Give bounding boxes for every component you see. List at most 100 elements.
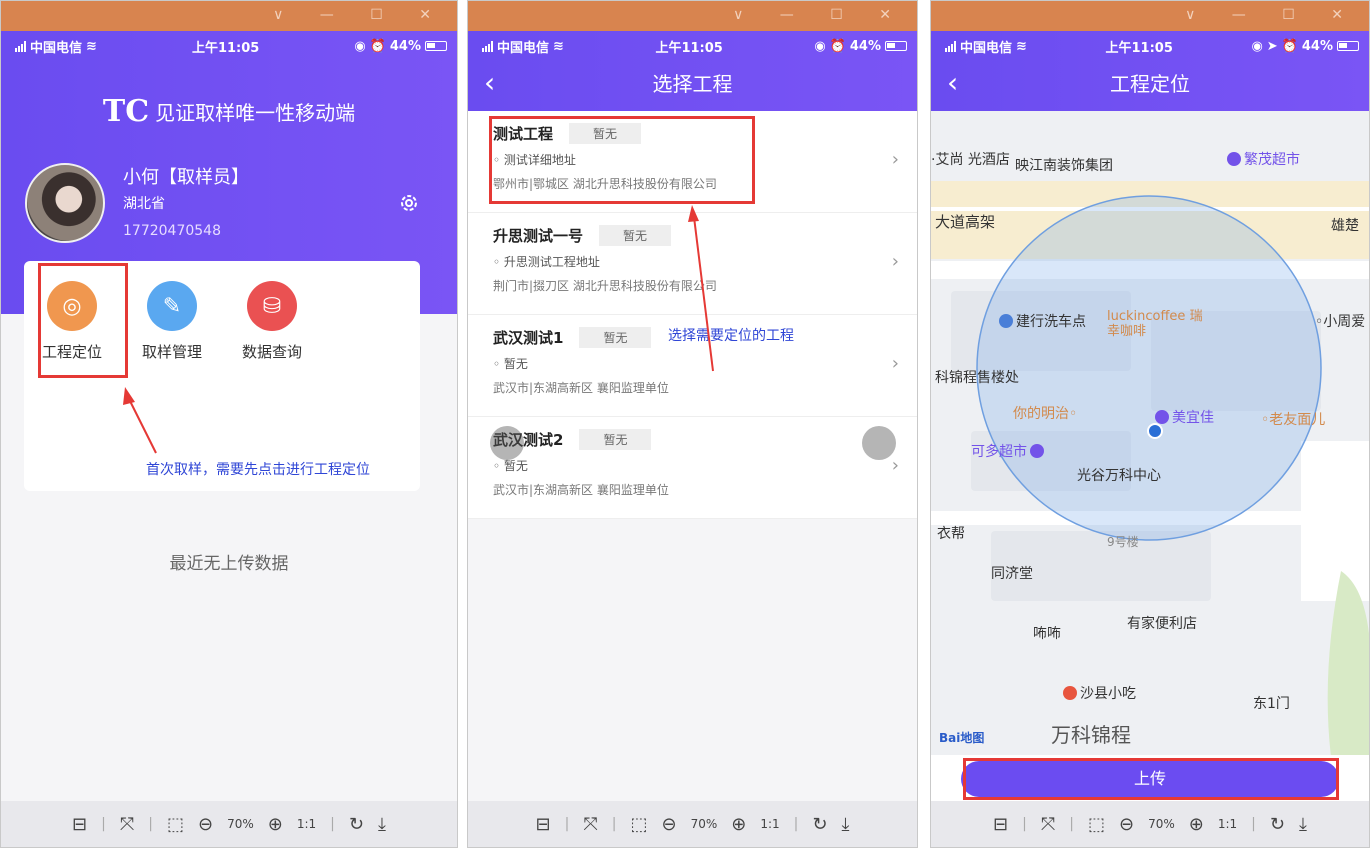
map-poi: 科锦程售楼处 <box>935 370 1019 386</box>
window-select-project: ∨ — ☐ ✕ 中国电信 ≋ 上午11:05 ◉ ⏰ 44% ‹ 选择工程 测试… <box>467 0 918 848</box>
map-poi: 东1门 <box>1253 696 1290 712</box>
battery-percent: 44% <box>389 38 421 54</box>
highlight-box <box>963 758 1339 800</box>
fit-window-icon[interactable]: ⬚ <box>167 814 184 835</box>
zoom-out-icon[interactable]: ⊖ <box>1119 814 1134 835</box>
window-project-location: ∨ — ☐ ✕ 中国电信 ≋ 上午11:05 ◉ ➤ ⏰ 44% ‹ 工程定位 <box>930 0 1370 848</box>
signal-icon <box>945 40 956 52</box>
map-poi: 有家便利店 <box>1127 616 1197 632</box>
map-poi: 同济堂 <box>991 566 1033 582</box>
carrier: 中国电信 <box>960 40 1013 56</box>
map-poi: 可多超市 <box>971 441 1047 461</box>
carrier: 中国电信 <box>30 40 83 56</box>
rotate-icon[interactable]: ↻ <box>812 814 827 835</box>
orientation-lock-icon: ◉ <box>354 38 366 54</box>
fit-window-icon[interactable]: ⬚ <box>630 814 647 835</box>
status-bar: 中国电信 ≋ 上午11:05 ◉ ⏰ 44% <box>1 31 457 61</box>
window-controls[interactable]: ∨ — ☐ ✕ <box>273 7 447 23</box>
viewer-toolbar: ⊟ | ⤧ | ⬚ ⊖ 70% ⊕ 1:1 | ↻ ⤓ <box>1 801 457 847</box>
layout-icon[interactable]: ⊟ <box>993 814 1008 835</box>
window-titlebar: ∨ — ☐ ✕ <box>468 1 917 31</box>
actual-size-icon[interactable]: 1:1 <box>760 817 779 831</box>
baidu-map-logo: Bai地图 <box>939 731 985 745</box>
battery-icon <box>885 41 907 51</box>
viewer-toolbar: ⊟ | ⤧ | ⬚ ⊖ 70% ⊕ 1:1 | ↻ ⤓ <box>931 801 1369 847</box>
zoom-in-icon[interactable]: ⊕ <box>731 814 746 835</box>
empty-text: 最近无上传数据 <box>169 554 289 574</box>
zoom-in-icon[interactable]: ⊕ <box>268 814 283 835</box>
viewer-toolbar: ⊟ | ⤧ | ⬚ ⊖ 70% ⊕ 1:1 | ↻ ⤓ <box>468 801 917 847</box>
window-controls[interactable]: ∨ — ☐ ✕ <box>733 7 907 23</box>
map-poi: 美宜佳 <box>1155 407 1214 427</box>
alarm-icon: ⏰ <box>1281 38 1298 54</box>
layout-icon[interactable]: ⊟ <box>536 814 551 835</box>
map-poi: 咘咘 <box>1033 626 1061 642</box>
orientation-lock-icon: ◉ <box>1251 38 1263 54</box>
battery-icon <box>1337 41 1359 51</box>
status-bar: 中国电信 ≋ 上午11:05 ◉ ➤ ⏰ 44% <box>931 31 1369 61</box>
actual-size-icon[interactable]: 1:1 <box>1218 817 1237 831</box>
fullscreen-icon[interactable]: ⤧ <box>120 814 134 835</box>
window-titlebar: ∨ — ☐ ✕ <box>1 1 457 31</box>
zoom-level: 70% <box>690 817 718 831</box>
window-titlebar: ∨ — ☐ ✕ <box>931 1 1369 31</box>
wifi-icon: ≋ <box>86 38 97 54</box>
map-poi: 9号楼 <box>1107 535 1139 549</box>
orientation-lock-icon: ◉ <box>814 38 826 54</box>
map-view[interactable]: ·艾尚 光酒店 映江南装饰集团 繁茂超市 大道高架 雄楚 建行洗车点 lucki… <box>931 111 1369 755</box>
signal-icon <box>15 40 26 52</box>
phone-screen-home: 中国电信 ≋ 上午11:05 ◉ ⏰ 44% TC 见证取样唯一性移动端 小何【… <box>1 31 457 847</box>
status-time: 上午11:05 <box>655 40 723 56</box>
phone-screen-select: 中国电信 ≋ 上午11:05 ◉ ⏰ 44% ‹ 选择工程 测试工程 暂无 ◦ 测… <box>468 31 917 847</box>
carrier: 中国电信 <box>497 40 550 56</box>
map-poi: ◦小周爱 <box>1315 314 1366 330</box>
layout-icon[interactable]: ⊟ <box>72 814 87 835</box>
location-arrow-icon: ➤ <box>1266 38 1278 54</box>
map-poi: luckincoffee 瑞幸咖啡 <box>1107 309 1203 339</box>
window-controls[interactable]: ∨ — ☐ ✕ <box>1185 7 1359 23</box>
actual-size-icon[interactable]: 1:1 <box>297 817 316 831</box>
alarm-icon: ⏰ <box>829 38 846 54</box>
page-title: 工程定位 <box>1110 72 1190 96</box>
map-poi: ·艾尚 光酒店 <box>931 152 1010 168</box>
map-poi: ◦老友面儿 <box>1261 412 1326 428</box>
fit-window-icon[interactable]: ⬚ <box>1088 814 1105 835</box>
zoom-in-icon[interactable]: ⊕ <box>1189 814 1204 835</box>
download-icon[interactable]: ⤓ <box>378 814 386 835</box>
rotate-icon[interactable]: ↻ <box>1270 814 1285 835</box>
status-bar: 中国电信 ≋ 上午11:05 ◉ ⏰ 44% <box>468 31 917 61</box>
alarm-icon: ⏰ <box>369 38 386 54</box>
status-time: 上午11:05 <box>1105 40 1173 56</box>
map-poi: 万科锦程 <box>1051 723 1131 747</box>
phone-screen-map: 中国电信 ≋ 上午11:05 ◉ ➤ ⏰ 44% ‹ 工程定位 ·艾尚 光酒店 … <box>931 31 1369 847</box>
map-poi: 映江南装饰集团 <box>1015 158 1113 174</box>
map-poi: 建行洗车点 <box>999 311 1086 331</box>
map-road: 雄楚 <box>1331 218 1359 234</box>
signal-icon <box>482 40 493 52</box>
download-icon[interactable]: ⤓ <box>1299 814 1307 835</box>
zoom-out-icon[interactable]: ⊖ <box>662 814 677 835</box>
window-home: ∨ — ☐ ✕ 中国电信 ≋ 上午11:05 ◉ ⏰ 44% TC 见证取样唯一… <box>0 0 458 848</box>
map-poi: 衣帮 <box>937 526 965 542</box>
map-base <box>931 111 1369 755</box>
wifi-icon: ≋ <box>1016 38 1027 54</box>
download-icon[interactable]: ⤓ <box>841 814 849 835</box>
status-time: 上午11:05 <box>191 40 260 56</box>
nav-bar: ‹ 工程定位 <box>931 61 1369 111</box>
battery-icon <box>425 41 447 51</box>
wifi-icon: ≋ <box>553 38 564 54</box>
fullscreen-icon[interactable]: ⤧ <box>583 814 597 835</box>
battery-percent: 44% <box>849 38 881 54</box>
annotation-arrow <box>123 387 157 454</box>
battery-percent: 44% <box>1301 38 1333 54</box>
zoom-level: 70% <box>227 817 254 831</box>
map-poi: 繁茂超市 <box>1227 149 1300 169</box>
annotation-arrow <box>688 205 714 372</box>
rotate-icon[interactable]: ↻ <box>349 814 364 835</box>
map-poi: 沙县小吃 <box>1063 683 1136 703</box>
map-poi: 你的明治◦ <box>1013 406 1078 422</box>
map-road: 大道高架 <box>935 213 996 231</box>
zoom-out-icon[interactable]: ⊖ <box>198 814 213 835</box>
fullscreen-icon[interactable]: ⤧ <box>1041 814 1055 835</box>
back-icon[interactable]: ‹ <box>947 61 958 105</box>
